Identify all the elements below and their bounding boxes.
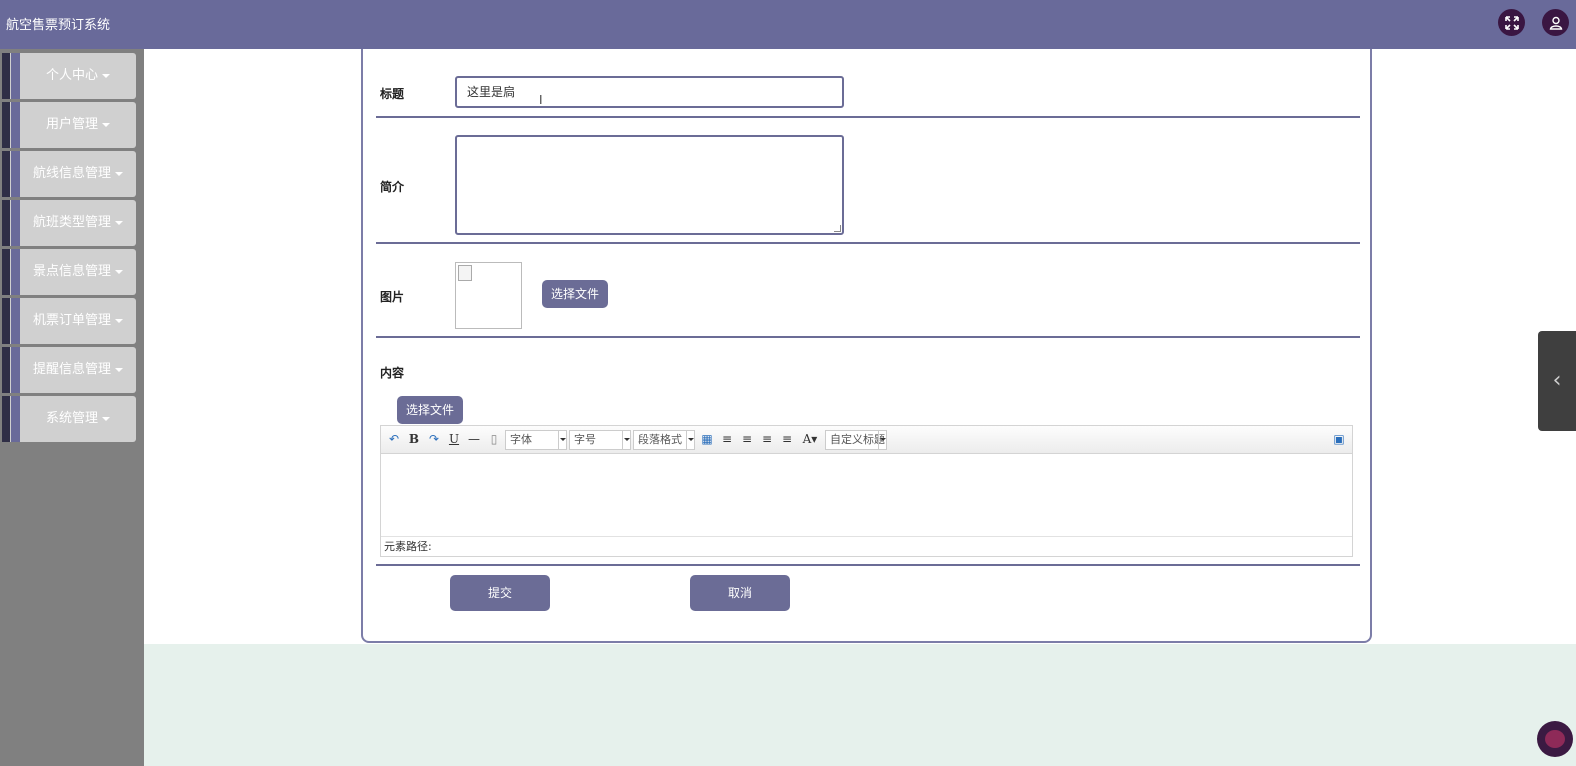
dropdown-arrow-icon — [686, 431, 694, 449]
sidebar-item-label: 个人中心 — [20, 53, 136, 99]
image-choose-file-button[interactable]: 选择文件 — [542, 280, 609, 308]
fullscreen-icon[interactable] — [1498, 9, 1525, 36]
font-family-select[interactable]: 字体 — [505, 430, 567, 450]
menu-edge — [2, 102, 10, 148]
sidebar-item-ticket-orders[interactable]: 机票订单管理 — [2, 298, 136, 344]
font-color-icon[interactable]: A▾ — [799, 431, 821, 447]
sidebar-item-label: 航班类型管理 — [20, 200, 136, 246]
menu-accent — [11, 396, 20, 442]
element-path: 元素路径: — [381, 536, 1352, 556]
divider — [376, 336, 1360, 338]
align-right-icon[interactable]: ≡ — [739, 431, 755, 447]
menu-accent — [11, 102, 20, 148]
broken-image-icon — [458, 265, 472, 281]
font-size-select[interactable]: 字号 — [569, 430, 631, 450]
align-left-icon[interactable]: ≡ — [719, 431, 735, 447]
sidebar-item-users[interactable]: 用户管理 — [2, 102, 136, 148]
menu-edge — [2, 298, 10, 344]
cancel-button[interactable]: 取消 — [690, 575, 790, 611]
sidebar-item-attractions[interactable]: 景点信息管理 — [2, 249, 136, 295]
redo-icon[interactable]: ↷ — [426, 431, 442, 447]
caret-down-icon — [115, 220, 123, 225]
caret-down-icon — [115, 269, 123, 274]
page-background — [144, 644, 1576, 766]
underline-icon[interactable]: U — [446, 431, 462, 447]
sidebar-item-label: 航线信息管理 — [20, 151, 136, 197]
align-center-icon[interactable]: ≡ — [759, 431, 775, 447]
content-label: 内容 — [380, 366, 405, 380]
sidebar-item-label: 用户管理 — [20, 102, 136, 148]
image-label: 图片 — [380, 290, 405, 304]
sidebar-item-label: 景点信息管理 — [20, 249, 136, 295]
sidebar-item-routes[interactable]: 航线信息管理 — [2, 151, 136, 197]
caret-down-icon — [115, 367, 123, 372]
side-panel-toggle[interactable]: ‹ — [1538, 331, 1576, 431]
menu-edge — [2, 151, 10, 197]
edit-form: 标题 这里是扃 I 简介 图片 选择文件 内容 选择文件 ↶ B ↷ U — ▯… — [361, 49, 1372, 643]
font-family-select-value: 字体 — [510, 433, 532, 446]
editor-toolbar: ↶ B ↷ U — ▯ 字体 字号 段落格式 ▦ ≡ ≡ ≡ ≡ A▾ 自定义标… — [381, 426, 1352, 454]
caret-down-icon — [115, 171, 123, 176]
image-preview — [455, 262, 522, 329]
dropdown-arrow-icon — [878, 431, 886, 449]
caret-down-icon — [115, 318, 123, 323]
menu-edge — [2, 249, 10, 295]
top-bar: 航空售票预订系统 — [0, 0, 1576, 49]
table-icon[interactable]: ▦ — [699, 431, 715, 447]
dropdown-arrow-icon — [558, 431, 566, 449]
summary-textarea[interactable] — [455, 135, 844, 235]
chevron-left-icon: ‹ — [1552, 368, 1562, 393]
paragraph-format-select[interactable]: 段落格式 — [633, 430, 695, 450]
divider — [376, 564, 1360, 566]
caret-down-icon — [102, 122, 110, 127]
caret-down-icon — [102, 73, 110, 78]
horizontal-rule-icon[interactable]: — — [466, 431, 482, 447]
sidebar-item-system[interactable]: 系统管理 — [2, 396, 136, 442]
app-title: 航空售票预订系统 — [6, 18, 111, 33]
sidebar-item-label: 机票订单管理 — [20, 298, 136, 344]
menu-accent — [11, 347, 20, 393]
sidebar-item-reminders[interactable]: 提醒信息管理 — [2, 347, 136, 393]
sidebar-item-flight-types[interactable]: 航班类型管理 — [2, 200, 136, 246]
divider — [376, 242, 1360, 244]
submit-button[interactable]: 提交 — [450, 575, 550, 611]
fullscreen-editor-icon[interactable]: ▣ — [1331, 431, 1347, 447]
bold-icon[interactable]: B — [406, 431, 422, 447]
menu-edge — [2, 53, 10, 99]
menu-accent — [11, 200, 20, 246]
sidebar-item-personal-center[interactable]: 个人中心 — [2, 53, 136, 99]
custom-title-select[interactable]: 自定义标题 — [825, 430, 887, 450]
editor-content-area[interactable] — [381, 455, 1352, 536]
menu-edge — [2, 200, 10, 246]
new-page-icon[interactable]: ▯ — [486, 431, 502, 447]
font-size-select-value: 字号 — [574, 433, 596, 446]
summary-label: 简介 — [380, 180, 405, 194]
caret-down-icon — [102, 416, 110, 421]
user-icon[interactable] — [1542, 9, 1569, 36]
custom-title-select-value: 自定义标题 — [830, 433, 885, 446]
rich-text-editor: ↶ B ↷ U — ▯ 字体 字号 段落格式 ▦ ≡ ≡ ≡ ≡ A▾ 自定义标… — [380, 425, 1353, 557]
menu-edge — [2, 347, 10, 393]
align-justify-icon[interactable]: ≡ — [779, 431, 795, 447]
resize-grip-icon[interactable] — [834, 225, 841, 232]
floating-logo-button[interactable] — [1537, 721, 1573, 757]
menu-accent — [11, 53, 20, 99]
sidebar-item-label: 系统管理 — [20, 396, 136, 442]
menu-edge — [2, 396, 10, 442]
title-input[interactable]: 这里是扃 — [455, 76, 844, 108]
paragraph-format-select-value: 段落格式 — [638, 433, 682, 446]
title-label: 标题 — [380, 87, 405, 101]
text-cursor-icon: I — [539, 93, 543, 107]
menu-accent — [11, 151, 20, 197]
undo-icon[interactable]: ↶ — [386, 431, 402, 447]
sidebar: 个人中心 用户管理 航线信息管理 航班类型管理 景点信息管理 机票订单管理 提醒… — [0, 49, 144, 766]
menu-accent — [11, 298, 20, 344]
content-choose-file-button[interactable]: 选择文件 — [397, 396, 464, 424]
sidebar-item-label: 提醒信息管理 — [20, 347, 136, 393]
dropdown-arrow-icon — [622, 431, 630, 449]
logo-icon — [1545, 730, 1565, 748]
divider — [376, 116, 1360, 118]
menu-accent — [11, 249, 20, 295]
